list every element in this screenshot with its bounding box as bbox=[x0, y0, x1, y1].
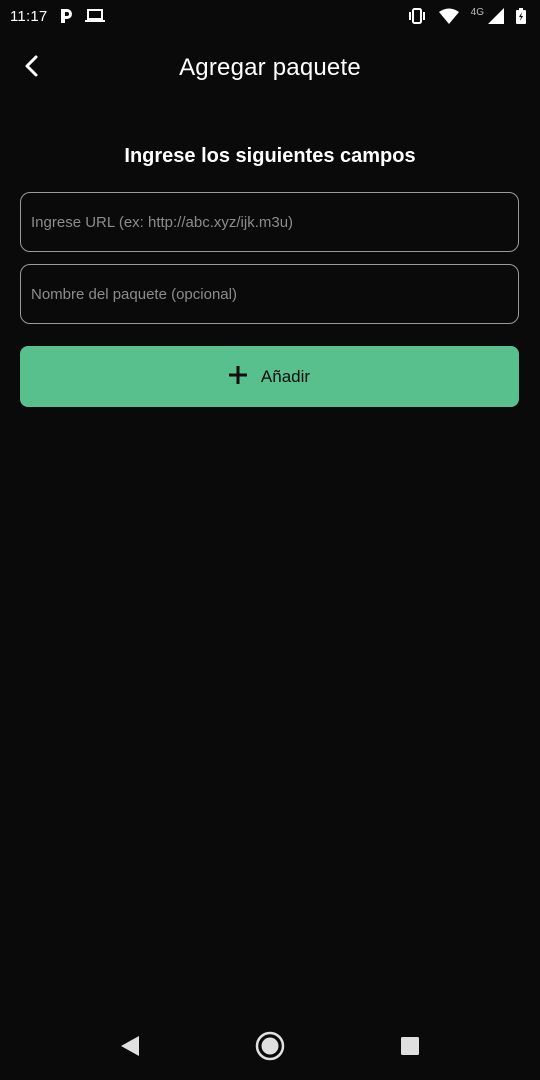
signal-icon bbox=[488, 8, 504, 24]
laptop-icon bbox=[85, 9, 106, 23]
parking-app-icon bbox=[59, 8, 73, 24]
status-bar: 11:17 4G bbox=[0, 0, 540, 32]
url-input[interactable] bbox=[20, 192, 519, 252]
plus-icon bbox=[228, 366, 247, 387]
navigation-bar bbox=[0, 1016, 540, 1080]
status-right: 4G bbox=[407, 6, 526, 24]
back-button[interactable] bbox=[14, 50, 50, 86]
vibrate-icon bbox=[407, 8, 427, 24]
status-left: 11:17 bbox=[10, 7, 106, 25]
home-circle-icon bbox=[255, 1031, 285, 1066]
wifi-icon bbox=[438, 8, 459, 24]
add-button[interactable]: Añadir bbox=[20, 346, 519, 407]
add-button-label: Añadir bbox=[260, 366, 311, 386]
network-type-label: 4G bbox=[470, 6, 484, 18]
nav-back-button[interactable] bbox=[106, 1024, 154, 1072]
package-name-input[interactable] bbox=[20, 264, 519, 324]
nav-recents-button[interactable] bbox=[386, 1024, 434, 1072]
back-triangle-icon bbox=[120, 1035, 140, 1062]
page-title: Agregar paquete bbox=[179, 54, 361, 81]
battery-icon bbox=[516, 8, 526, 24]
chevron-left-icon bbox=[24, 55, 40, 82]
form-heading: Ingrese los siguientes campos bbox=[124, 145, 416, 167]
status-time: 11:17 bbox=[10, 7, 48, 25]
nav-home-button[interactable] bbox=[246, 1024, 294, 1072]
recents-square-icon bbox=[400, 1036, 420, 1061]
app-header: Agregar paquete bbox=[0, 40, 540, 96]
screen: 11:17 4G Agregar paquete Ingrese los sig… bbox=[0, 0, 540, 1080]
